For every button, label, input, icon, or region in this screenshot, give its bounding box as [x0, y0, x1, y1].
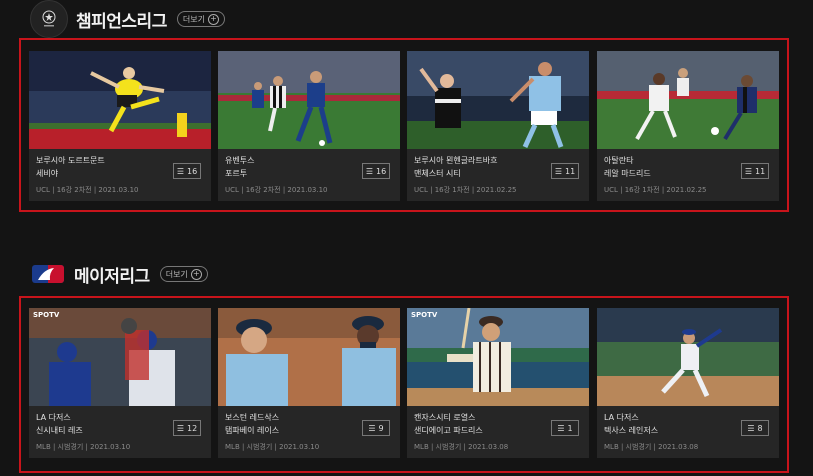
- match-opponent: 세비야: [36, 169, 59, 178]
- video-info: 보스턴 레드삭스 탬파베이 레이스 MLB | 시범경기 | 2021.03.1…: [218, 406, 400, 458]
- clip-count: 9: [378, 423, 384, 433]
- video-thumbnail[interactable]: [218, 51, 400, 149]
- spotv-watermark: SPOTV: [33, 311, 60, 319]
- video-thumbnail[interactable]: SPOTV: [29, 308, 211, 406]
- video-thumbnail[interactable]: SPOTV: [407, 308, 589, 406]
- video-card[interactable]: 보루시아 묀헨글라트바흐 맨체스터 시티 UCL | 16강 1차전 | 202…: [407, 51, 589, 201]
- video-thumbnail[interactable]: [218, 308, 400, 406]
- match-meta: MLB | 시범경기 | 2021.03.10: [36, 443, 131, 451]
- match-meta: UCL | 16강 1차전 | 2021.02.25: [414, 186, 517, 194]
- section-header-ucl: 챔피언스리그 더보기 +: [30, 0, 225, 38]
- clip-count-badge[interactable]: ☰ 16: [173, 163, 201, 179]
- video-card[interactable]: SPOTV LA 다저스 신시내티 레즈 MLB | 시범경기 | 2021.0…: [29, 308, 211, 458]
- video-info: 보루시아 묀헨글라트바흐 맨체스터 시티 UCL | 16강 1차전 | 202…: [407, 149, 589, 201]
- clip-count-badge[interactable]: ☰ 12: [173, 420, 201, 436]
- match-title: LA 다저스: [36, 413, 71, 422]
- list-icon: ☰: [176, 166, 184, 176]
- list-icon: ☰: [176, 423, 184, 433]
- match-meta: MLB | 시범경기 | 2021.03.08: [414, 443, 509, 451]
- clip-count: 8: [757, 423, 763, 433]
- clip-count-badge[interactable]: ☰ 9: [362, 420, 390, 436]
- clip-count: 11: [564, 166, 576, 176]
- clip-count-badge[interactable]: ☰ 8: [741, 420, 769, 436]
- video-thumbnail[interactable]: [597, 51, 779, 149]
- match-title: 유벤투스: [225, 156, 255, 165]
- match-opponent: 신시내티 레즈: [36, 426, 83, 435]
- more-button[interactable]: 더보기 +: [176, 11, 225, 27]
- video-info: LA 다저스 신시내티 레즈 MLB | 시범경기 | 2021.03.10 ☰…: [29, 406, 211, 458]
- video-info: 캔자스시티 로열스 샌디에이고 파드리스 MLB | 시범경기 | 2021.0…: [407, 406, 589, 458]
- clip-count: 12: [186, 423, 198, 433]
- section-header-mlb: 메이저리그 더보기 +: [30, 256, 208, 292]
- clip-count-badge[interactable]: ☰ 1: [551, 420, 579, 436]
- match-opponent: 포르투: [225, 169, 248, 178]
- video-info: 아탈란타 레알 마드리드 UCL | 16강 1차전 | 2021.02.25 …: [597, 149, 779, 201]
- clip-count: 1: [567, 423, 573, 433]
- clip-count: 16: [375, 166, 387, 176]
- match-title: 보스턴 레드삭스: [225, 413, 280, 422]
- clip-count: 16: [186, 166, 198, 176]
- clip-count-badge[interactable]: ☰ 11: [741, 163, 769, 179]
- video-card[interactable]: LA 다저스 텍사스 레인저스 MLB | 시범경기 | 2021.03.08 …: [597, 308, 779, 458]
- video-thumbnail[interactable]: [29, 51, 211, 149]
- video-card[interactable]: 보루시아 도르트문트 세비야 UCL | 16강 2차전 | 2021.03.1…: [29, 51, 211, 201]
- clip-count-badge[interactable]: ☰ 16: [362, 163, 390, 179]
- more-button[interactable]: 더보기 +: [159, 266, 208, 282]
- more-label: 더보기: [182, 14, 205, 24]
- match-title: 아탈란타: [604, 156, 634, 165]
- plus-icon: +: [190, 268, 202, 280]
- list-icon: ☰: [365, 166, 373, 176]
- list-icon: ☰: [744, 166, 752, 176]
- match-opponent: 탬파베이 레이스: [225, 426, 280, 435]
- match-meta: MLB | 시범경기 | 2021.03.08: [604, 443, 699, 451]
- match-opponent: 샌디에이고 파드리스: [414, 426, 483, 435]
- match-opponent: 텍사스 레인저스: [604, 426, 659, 435]
- match-title: LA 다저스: [604, 413, 639, 422]
- match-meta: UCL | 16강 1차전 | 2021.02.25: [604, 186, 707, 194]
- video-info: LA 다저스 텍사스 레인저스 MLB | 시범경기 | 2021.03.08 …: [597, 406, 779, 458]
- more-label: 더보기: [165, 269, 188, 279]
- video-card[interactable]: SPOTV 캔자스시티 로열스 샌디에이고 파드리스 MLB | 시범경기 | …: [407, 308, 589, 458]
- video-info: 유벤투스 포르투 UCL | 16강 2차전 | 2021.03.10 ☰ 16: [218, 149, 400, 201]
- clip-count-badge[interactable]: ☰ 11: [551, 163, 579, 179]
- section-title: 챔피언스리그: [76, 11, 167, 32]
- match-meta: UCL | 16강 2차전 | 2021.03.10: [225, 186, 328, 194]
- list-icon: ☰: [747, 423, 755, 433]
- video-thumbnail[interactable]: [597, 308, 779, 406]
- clip-count: 11: [754, 166, 766, 176]
- match-title: 보루시아 묀헨글라트바흐: [414, 156, 498, 165]
- list-icon: ☰: [554, 166, 562, 176]
- match-title: 보루시아 도르트문트: [36, 156, 105, 165]
- video-card[interactable]: 보스턴 레드삭스 탬파베이 레이스 MLB | 시범경기 | 2021.03.1…: [218, 308, 400, 458]
- ucl-starball-icon: [30, 0, 68, 38]
- video-info: 보루시아 도르트문트 세비야 UCL | 16강 2차전 | 2021.03.1…: [29, 149, 211, 201]
- list-icon: ☰: [368, 423, 376, 433]
- match-opponent: 레알 마드리드: [604, 169, 651, 178]
- list-icon: ☰: [557, 423, 565, 433]
- match-meta: UCL | 16강 2차전 | 2021.03.10: [36, 186, 139, 194]
- spotv-watermark: SPOTV: [411, 311, 438, 319]
- section-title: 메이저리그: [74, 266, 150, 287]
- mlb-logo-icon: [30, 256, 66, 292]
- video-card[interactable]: 유벤투스 포르투 UCL | 16강 2차전 | 2021.03.10 ☰ 16: [218, 51, 400, 201]
- match-title: 캔자스시티 로열스: [414, 413, 476, 422]
- plus-icon: +: [207, 13, 219, 25]
- match-opponent: 맨체스터 시티: [414, 169, 461, 178]
- video-card[interactable]: 아탈란타 레알 마드리드 UCL | 16강 1차전 | 2021.02.25 …: [597, 51, 779, 201]
- match-meta: MLB | 시범경기 | 2021.03.10: [225, 443, 320, 451]
- video-thumbnail[interactable]: [407, 51, 589, 149]
